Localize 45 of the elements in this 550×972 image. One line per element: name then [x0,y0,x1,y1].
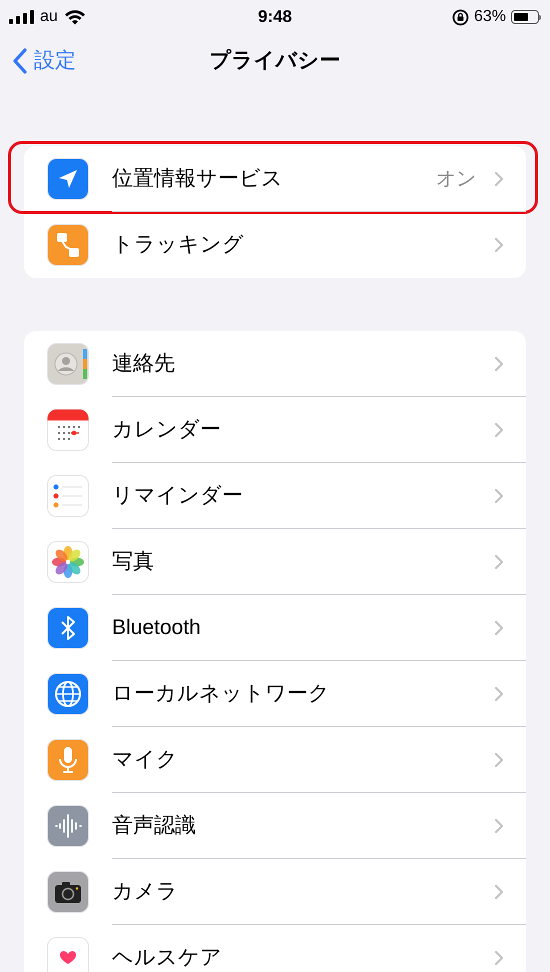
battery-icon [511,10,541,24]
back-button[interactable]: 設定 [0,45,76,77]
battery-percent: 63% [474,7,506,27]
chevron-icon [494,620,504,636]
row-label[interactable]: トラッキング [112,229,244,261]
row-value: オン [436,167,476,192]
contact-card-icon [47,343,89,385]
page-title: プライバシー [210,48,340,74]
row-label[interactable]: Bluetooth [112,612,201,644]
chevron-icon [494,237,504,253]
back-chevron-icon [12,48,28,74]
chevron-icon [494,950,504,966]
flower-icon [47,541,89,583]
chevron-icon [494,488,504,504]
row-label[interactable]: リマインダー [112,480,243,512]
waveform-icon [47,805,89,847]
globe-icon [47,673,89,715]
camera-icon [47,871,89,913]
bluetooth-icon [47,607,89,649]
chevron-icon [494,356,504,372]
row-label[interactable]: 音声認識 [112,810,196,842]
carrier-name: au [40,7,58,27]
chevron-icon [494,884,504,900]
chevron-icon [494,422,504,438]
row-label[interactable]: マイク [112,744,178,776]
calendar-icon [47,409,89,451]
row-label[interactable]: 写真 [112,546,154,578]
chevron-icon [494,686,504,702]
signal-icon [9,10,34,24]
row-label[interactable]: ローカルネットワーク [112,678,330,710]
row-label[interactable]: 位置情報サービス [112,163,283,195]
chevron-icon [494,171,504,187]
checklist-icon [47,475,89,517]
row-label[interactable]: 連絡先 [112,348,175,380]
wifi-icon [64,9,86,25]
chevron-icon [494,818,504,834]
path-nodes-icon [47,224,89,266]
chevron-icon [494,554,504,570]
rotation-lock-icon [452,8,469,26]
row-label[interactable]: カメラ [112,876,178,908]
chevron-icon [494,752,504,768]
row-label[interactable]: ヘルスケア [112,942,222,972]
microphone-icon [47,739,89,781]
clock-time: 9:48 [258,6,292,28]
row-label[interactable]: カレンダー [112,414,221,446]
